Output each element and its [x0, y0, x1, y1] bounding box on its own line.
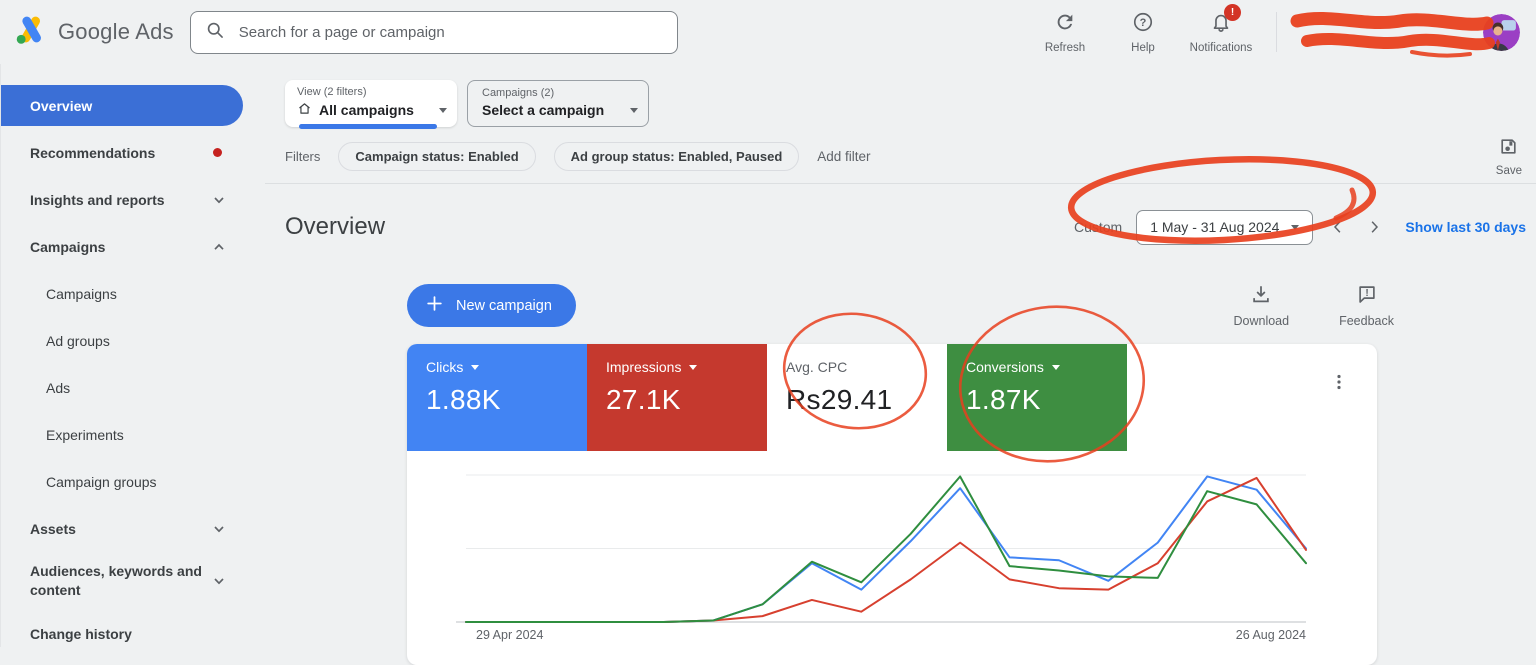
refresh-label: Refresh	[1044, 41, 1086, 54]
caret-down-icon	[1291, 224, 1300, 230]
notification-badge: !	[1224, 3, 1241, 21]
save-label: Save	[1495, 165, 1522, 177]
download-button[interactable]: Download	[1233, 283, 1290, 329]
caret-down-icon	[439, 107, 447, 113]
page-title: Overview	[285, 213, 386, 241]
x-axis-label-end: 26 Aug 2024	[1235, 628, 1306, 643]
feedback-icon: !	[1356, 283, 1378, 310]
recommendations-alert-dot	[213, 148, 222, 157]
date-range-picker[interactable]: 1 May - 31 Aug 2024	[1136, 209, 1314, 245]
notifications-label: Notifications	[1189, 41, 1253, 54]
new-campaign-label: New campaign	[456, 297, 552, 314]
overview-summary-card: Clicks 1.88K Impressions 27.1K Avg. CPC	[407, 344, 1377, 665]
x-axis-label-start: 29 Apr 2024	[476, 628, 544, 643]
date-mode-label: Custom	[1073, 219, 1123, 236]
scorecard-avg-cpc[interactable]: Avg. CPC Rs29.41	[767, 344, 947, 452]
home-icon	[297, 101, 312, 119]
help-button[interactable]: ? Help	[1104, 11, 1182, 54]
campaign-selector[interactable]: Campaigns (2) Select a campaign	[467, 80, 649, 127]
refresh-icon	[1054, 11, 1076, 38]
scorecard-clicks[interactable]: Clicks 1.88K	[407, 344, 587, 452]
feedback-label: Feedback	[1339, 314, 1394, 329]
save-icon	[1498, 136, 1519, 162]
google-ads-logo-icon	[14, 14, 48, 50]
chevron-down-icon	[213, 523, 225, 535]
google-ads-logo[interactable]: Google Ads	[14, 14, 174, 50]
chevron-up-icon	[213, 241, 225, 253]
view-selector-label: View (2 filters)	[297, 86, 367, 98]
help-icon: ?	[1132, 11, 1154, 38]
clicks-value: 1.88K	[426, 384, 501, 416]
notifications-button[interactable]: ! Notifications	[1182, 3, 1260, 54]
avg-cpc-value: Rs29.41	[786, 384, 893, 416]
card-menu-button[interactable]	[1327, 370, 1351, 399]
previous-period-button[interactable]	[1327, 216, 1349, 238]
caret-down-icon	[630, 107, 638, 113]
sidebar-item-overview[interactable]: Overview	[1, 85, 243, 126]
date-range-value: 1 May - 31 Aug 2024	[1150, 219, 1280, 236]
add-filter-button[interactable]: Add filter	[817, 149, 870, 164]
sidebar-item-audiences-keywords-content[interactable]: Audiences, keywords and content	[1, 552, 265, 610]
avatar[interactable]	[1483, 13, 1520, 51]
active-view-indicator	[299, 124, 437, 129]
caret-down-icon	[471, 364, 480, 370]
chevron-down-icon	[213, 194, 225, 206]
chevron-down-icon	[213, 575, 225, 587]
view-selector-value: All campaigns	[319, 102, 414, 118]
new-campaign-button[interactable]: New campaign	[407, 284, 576, 328]
svg-text:?: ?	[1140, 16, 1147, 28]
conversions-value: 1.87K	[966, 384, 1041, 416]
global-search[interactable]	[189, 10, 678, 54]
campaign-selector-label: Campaigns (2)	[482, 87, 555, 99]
account-info-redacted[interactable]	[1287, 10, 1475, 54]
sidebar-item-ads[interactable]: Ads	[1, 364, 265, 411]
scorecard-impressions[interactable]: Impressions 27.1K	[587, 344, 767, 452]
view-selector[interactable]: View (2 filters) All campaigns	[285, 80, 457, 129]
filter-chip-campaign-status[interactable]: Campaign status: Enabled	[338, 142, 536, 171]
download-icon	[1250, 283, 1272, 310]
sidebar-item-ad-groups[interactable]: Ad groups	[1, 317, 265, 364]
performance-line-chart: 29 Apr 2024 26 Aug 2024	[456, 471, 1307, 643]
caret-down-icon	[1051, 364, 1060, 370]
sidebar-item-campaign-groups[interactable]: Campaign groups	[1, 458, 265, 505]
svg-text:!: !	[1365, 288, 1368, 299]
save-button[interactable]: Save	[1496, 136, 1522, 177]
download-label: Download	[1233, 314, 1290, 329]
main-content: View (2 filters) All campaigns Campaigns…	[265, 64, 1536, 665]
help-label: Help	[1131, 41, 1155, 54]
filters-label: Filters	[285, 149, 321, 164]
section-divider	[265, 183, 1536, 184]
sidebar-item-recommendations[interactable]: Recommendations	[1, 129, 265, 176]
feedback-button[interactable]: ! Feedback	[1339, 283, 1394, 328]
sidebar-item-campaigns-sub[interactable]: Campaigns	[1, 270, 265, 317]
campaign-selector-value: Select a campaign	[482, 102, 605, 118]
topbar-divider	[1276, 12, 1277, 52]
filter-chip-ad-group-status[interactable]: Ad group status: Enabled, Paused	[553, 142, 800, 171]
impressions-value: 27.1K	[606, 384, 681, 416]
sidebar-item-campaigns[interactable]: Campaigns	[1, 223, 265, 270]
sidebar-item-experiments[interactable]: Experiments	[1, 411, 265, 458]
sidebar-item-change-history[interactable]: Change history	[1, 610, 265, 657]
next-period-button[interactable]	[1363, 216, 1385, 238]
chart-canvas	[456, 474, 1307, 624]
sidebar: Overview Recommendations Insights and re…	[0, 64, 265, 647]
refresh-button[interactable]: Refresh	[1026, 11, 1104, 54]
search-icon	[205, 20, 225, 45]
sidebar-item-insights-and-reports[interactable]: Insights and reports	[1, 176, 265, 223]
sidebar-item-assets[interactable]: Assets	[1, 505, 265, 552]
caret-down-icon	[689, 364, 698, 370]
show-last-30-days-link[interactable]: Show last 30 days	[1405, 219, 1526, 235]
scorecard-conversions[interactable]: Conversions 1.87K	[947, 344, 1127, 452]
search-input[interactable]	[236, 22, 663, 42]
plus-icon	[425, 294, 444, 317]
topbar: Google Ads Refresh ? Help ! Notification…	[0, 0, 1536, 64]
brand-name: Google Ads	[58, 19, 174, 44]
